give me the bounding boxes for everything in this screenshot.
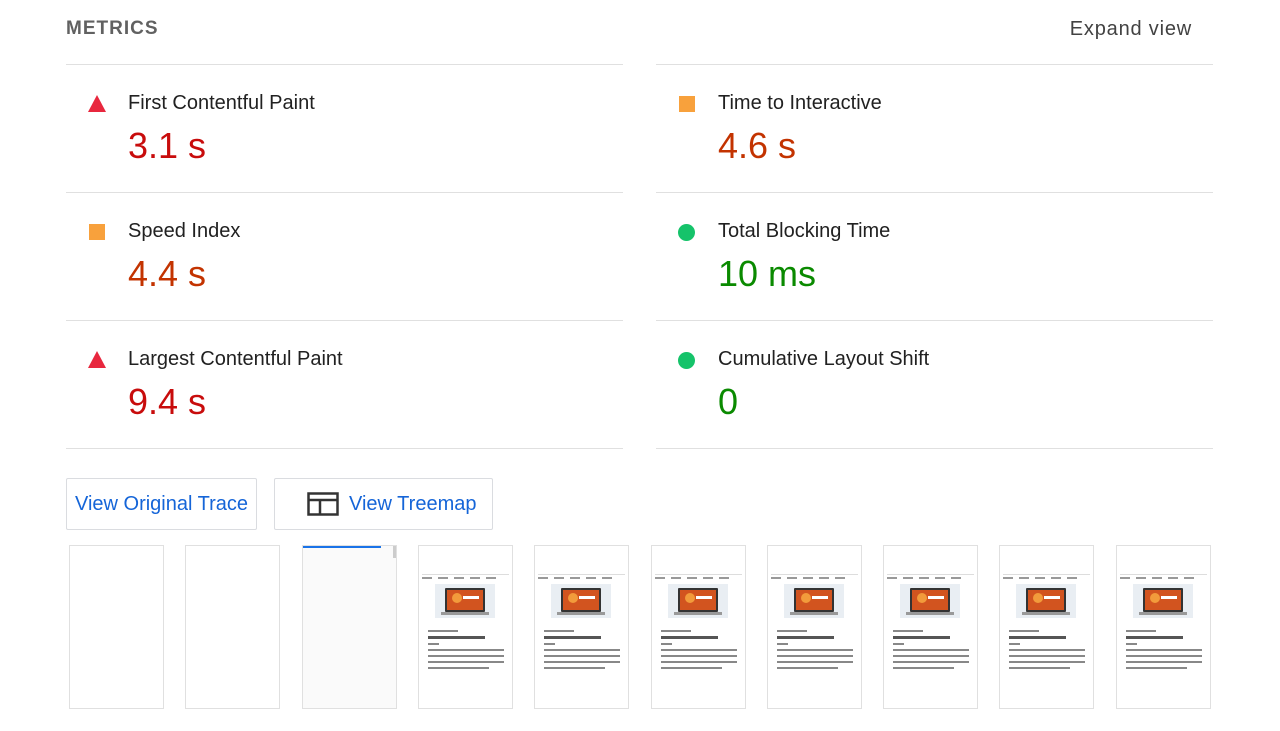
- filmstrip-frame-loading: [302, 545, 397, 709]
- filmstrip-frame-screenshot: [1116, 545, 1211, 709]
- metric-total-blocking-time: Total Blocking Time 10 ms: [656, 192, 1213, 320]
- metrics-column-left: First Contentful Paint 3.1 s Speed Index…: [66, 64, 623, 449]
- metrics-header: METRICS Expand view: [66, 0, 1213, 64]
- view-original-trace-label: View Original Trace: [74, 492, 249, 515]
- metric-speed-index: Speed Index 4.4 s: [66, 192, 623, 320]
- filmstrip-frame-screenshot: [999, 545, 1094, 709]
- metric-value: 9.4 s: [128, 381, 207, 422]
- metric-label: Time to Interactive: [718, 92, 882, 114]
- metric-value: 4.6 s: [718, 125, 797, 166]
- filmstrip: [69, 545, 1213, 711]
- metric-largest-contentful-paint: Largest Contentful Paint 9.4 s: [66, 320, 623, 449]
- fail-triangle-icon: [88, 95, 106, 113]
- metric-first-contentful-paint: First Contentful Paint 3.1 s: [66, 64, 623, 192]
- metric-label: First Contentful Paint: [128, 92, 315, 114]
- pass-circle-icon: [678, 223, 696, 241]
- metric-label: Cumulative Layout Shift: [718, 348, 930, 370]
- view-treemap-button[interactable]: View Treemap: [274, 478, 493, 530]
- metric-value: 4.4 s: [128, 253, 207, 294]
- average-square-icon: [88, 223, 106, 241]
- filmstrip-frame-screenshot: [883, 545, 978, 709]
- pass-circle-icon: [678, 351, 696, 369]
- view-original-trace-button[interactable]: View Original Trace: [66, 478, 257, 530]
- filmstrip-frame-screenshot: [651, 545, 746, 709]
- view-treemap-label: View Treemap: [349, 492, 477, 515]
- average-square-icon: [678, 95, 696, 113]
- filmstrip-frame-screenshot: [767, 545, 862, 709]
- metric-value: 0: [718, 381, 739, 422]
- metric-label: Speed Index: [128, 220, 241, 242]
- metric-cumulative-layout-shift: Cumulative Layout Shift 0: [656, 320, 1213, 449]
- treemap-icon: [307, 492, 339, 516]
- metric-time-to-interactive: Time to Interactive 4.6 s: [656, 64, 1213, 192]
- metric-value: 10 ms: [718, 253, 817, 294]
- expand-view-toggle[interactable]: Expand view: [1070, 18, 1192, 41]
- metric-value: 3.1 s: [128, 125, 207, 166]
- metrics-title: METRICS: [66, 18, 159, 39]
- metric-label: Largest Contentful Paint: [128, 348, 343, 370]
- filmstrip-frame-screenshot: [534, 545, 629, 709]
- metrics-column-right: Time to Interactive 4.6 s Total Blocking…: [656, 64, 1213, 449]
- fail-triangle-icon: [88, 351, 106, 369]
- filmstrip-frame-screenshot: [418, 545, 513, 709]
- metric-label: Total Blocking Time: [718, 220, 891, 242]
- filmstrip-frame-blank: [185, 545, 280, 709]
- filmstrip-frame-blank: [69, 545, 164, 709]
